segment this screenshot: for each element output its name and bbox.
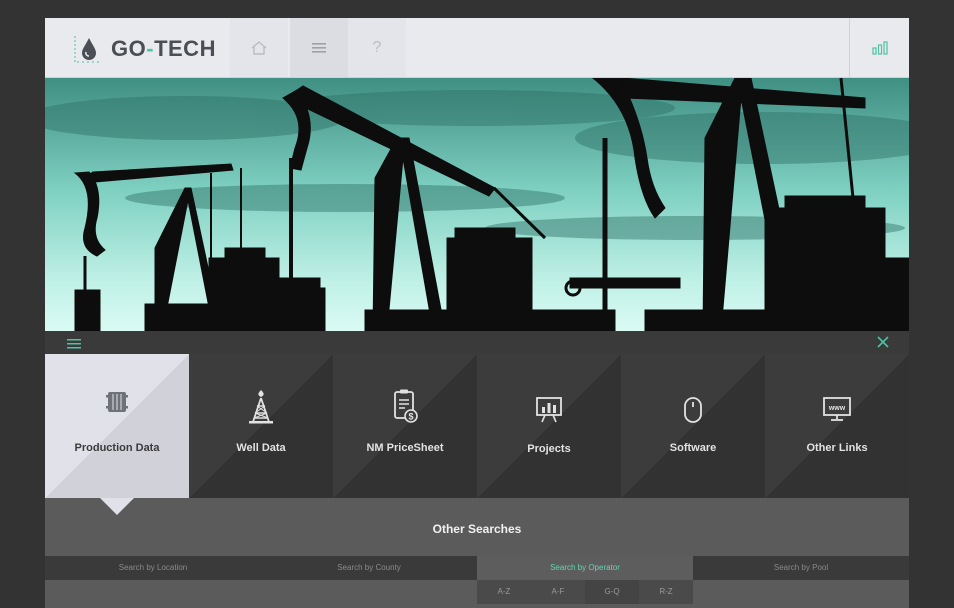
presentation-chart-icon bbox=[536, 397, 562, 423]
tile-label: Production Data bbox=[74, 442, 160, 454]
svg-text:$: $ bbox=[408, 412, 413, 422]
oil-derrick-icon bbox=[249, 390, 273, 424]
tile-other-links[interactable]: www Other Links bbox=[765, 354, 909, 498]
tile-label: Other Links bbox=[806, 442, 868, 454]
operator-alpha-tabs: A-Z A-F G-Q R-Z bbox=[477, 580, 693, 604]
tile-label: NM PriceSheet bbox=[366, 442, 444, 454]
panel-close-button[interactable] bbox=[877, 335, 889, 353]
tab-search-by-county[interactable]: Search by County bbox=[261, 556, 477, 580]
hero-banner-image bbox=[45, 78, 909, 331]
subtab-a-f[interactable]: A-F bbox=[531, 580, 585, 604]
panel-bar bbox=[45, 331, 909, 354]
menu-icon bbox=[67, 339, 81, 349]
tile-software[interactable]: Software bbox=[621, 354, 765, 498]
help-icon: ? bbox=[372, 38, 382, 56]
tab-label: Search by Operator bbox=[550, 563, 620, 572]
subtab-r-z[interactable]: R-Z bbox=[639, 580, 693, 604]
menu-button[interactable] bbox=[290, 18, 348, 77]
tab-search-by-pool[interactable]: Search by Pool bbox=[693, 556, 909, 580]
bar-chart-icon bbox=[872, 40, 888, 55]
other-searches-section: Other Searches bbox=[45, 498, 909, 556]
active-tile-pointer bbox=[100, 498, 134, 515]
subtab-g-q[interactable]: G-Q bbox=[585, 580, 639, 604]
tile-nm-pricesheet[interactable]: $ NM PriceSheet bbox=[333, 354, 477, 498]
help-button[interactable]: ? bbox=[348, 18, 406, 77]
tab-search-by-location[interactable]: Search by Location bbox=[45, 556, 261, 580]
tile-well-data[interactable]: Well Data bbox=[189, 354, 333, 498]
tile-production-data[interactable]: Production Data bbox=[45, 354, 189, 498]
stats-button[interactable] bbox=[849, 18, 909, 77]
subtab-a-z[interactable]: A-Z bbox=[477, 580, 531, 604]
category-tiles: Production Data Well Data $ NM PriceShee… bbox=[45, 354, 909, 498]
tab-search-by-operator[interactable]: Search by Operator bbox=[477, 551, 693, 580]
app-frame: GO-TECH ? Production Data Well Data $ NM… bbox=[45, 18, 909, 608]
home-button[interactable] bbox=[230, 18, 288, 77]
brand-name: GO-TECH bbox=[111, 36, 216, 61]
tile-projects[interactable]: Projects bbox=[477, 354, 621, 498]
panel-menu-button[interactable] bbox=[67, 336, 81, 354]
home-icon bbox=[251, 40, 267, 55]
top-header: GO-TECH ? bbox=[45, 18, 909, 78]
svg-text:www: www bbox=[828, 405, 846, 412]
web-icon: www bbox=[823, 397, 851, 421]
oil-drop-icon bbox=[74, 36, 101, 63]
search-tabs: Search by Location Search by County Sear… bbox=[45, 551, 909, 580]
mouse-icon bbox=[684, 397, 702, 423]
barrel-icon bbox=[106, 392, 128, 412]
price-sheet-icon: $ bbox=[394, 389, 418, 423]
tile-label: Projects bbox=[527, 443, 571, 455]
go-tech-logo[interactable]: GO-TECH bbox=[73, 34, 216, 64]
tile-label: Well Data bbox=[236, 442, 286, 454]
menu-icon bbox=[312, 42, 326, 53]
active-tab-indicator bbox=[577, 551, 587, 556]
close-icon bbox=[877, 336, 889, 348]
other-searches-title: Other Searches bbox=[432, 522, 522, 536]
tile-label: Software bbox=[669, 442, 717, 454]
